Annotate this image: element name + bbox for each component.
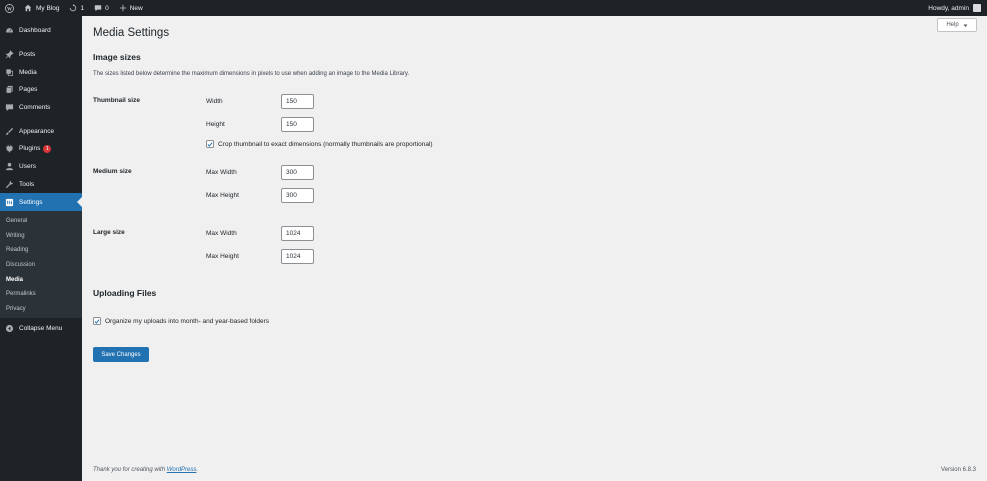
help-label: Help bbox=[946, 22, 959, 28]
sidebar-item-label: Users bbox=[19, 163, 36, 171]
checkmark-icon bbox=[94, 318, 100, 324]
sidebar-item-label: Dashboard bbox=[19, 27, 51, 35]
organize-uploads-label: Organize my uploads into month- and year… bbox=[105, 317, 270, 325]
organize-uploads-row: Organize my uploads into month- and year… bbox=[93, 317, 269, 325]
uploading-files-heading: Uploading Files bbox=[93, 288, 157, 298]
svg-text:W: W bbox=[7, 7, 12, 12]
updates-link[interactable]: 1 bbox=[64, 0, 89, 16]
wordpress-link[interactable]: WordPress bbox=[167, 467, 197, 473]
comments-icon bbox=[5, 103, 14, 112]
sidebar-item-pages[interactable]: Pages bbox=[0, 81, 82, 99]
home-icon bbox=[24, 4, 32, 12]
wordpress-logo-icon: W bbox=[5, 3, 14, 13]
sidebar-item-posts[interactable]: Posts bbox=[0, 46, 82, 64]
medium-width-label: Max Width bbox=[206, 169, 237, 176]
sidebar-item-comments[interactable]: Comments bbox=[0, 99, 82, 117]
sidebar-item-tools[interactable]: Tools bbox=[0, 176, 82, 194]
sidebar-item-label: Settings bbox=[19, 198, 43, 206]
admin-bar: W My Blog 1 0 New Howdy, admin bbox=[0, 0, 987, 16]
comments-link[interactable]: 0 bbox=[89, 0, 114, 16]
site-name: My Blog bbox=[36, 4, 60, 12]
comments-count: 0 bbox=[105, 4, 109, 12]
footer-version: Version 6.8.3 bbox=[940, 467, 976, 473]
thumbnail-width-label: Width bbox=[206, 98, 223, 105]
submenu-item-media[interactable]: Media bbox=[0, 272, 82, 287]
sidebar-item-label: Comments bbox=[19, 104, 51, 112]
dashboard-icon bbox=[5, 26, 14, 35]
thumbnail-height-label: Height bbox=[206, 121, 225, 128]
brush-icon bbox=[5, 127, 14, 136]
updates-icon bbox=[70, 4, 77, 12]
organize-uploads-checkbox[interactable] bbox=[93, 317, 101, 325]
large-height-label: Max Height bbox=[206, 253, 239, 260]
sidebar-item-label: Appearance bbox=[19, 127, 55, 135]
submenu-item-privacy[interactable]: Privacy bbox=[0, 301, 82, 316]
medium-height-input[interactable]: 300 bbox=[281, 188, 314, 203]
sidebar-item-label: Posts bbox=[19, 51, 36, 59]
collapse-menu-label: Collapse Menu bbox=[19, 325, 63, 333]
thumbnail-crop-checkbox[interactable] bbox=[206, 140, 214, 148]
avatar bbox=[973, 4, 981, 12]
submenu-item-writing[interactable]: Writing bbox=[0, 228, 82, 243]
large-width-input[interactable]: 1024 bbox=[281, 226, 314, 241]
thumbnail-crop-row: Crop thumbnail to exact dimensions (norm… bbox=[206, 140, 433, 148]
save-changes-button[interactable]: Save Changes bbox=[93, 347, 149, 362]
sidebar-item-label: Tools bbox=[19, 180, 35, 188]
large-height-input[interactable]: 1024 bbox=[281, 249, 314, 264]
sidebar-item-settings[interactable]: Settings bbox=[0, 193, 82, 211]
checkmark-icon bbox=[207, 141, 213, 147]
plugins-update-badge: 1 bbox=[43, 144, 52, 153]
sidebar-item-users[interactable]: Users bbox=[0, 158, 82, 176]
admin-sidebar: Dashboard Posts Media Pages Comments App… bbox=[0, 16, 82, 481]
medium-height-label: Max Height bbox=[206, 192, 239, 199]
caret-down-icon bbox=[963, 24, 968, 27]
updates-count: 1 bbox=[80, 4, 85, 12]
medium-size-label: Medium size bbox=[93, 168, 132, 175]
image-sizes-heading: Image sizes bbox=[93, 52, 141, 62]
plugin-icon bbox=[5, 144, 14, 154]
sidebar-item-label: Plugins bbox=[19, 145, 41, 153]
thumbnail-width-input[interactable]: 150 bbox=[281, 94, 314, 109]
sidebar-item-plugins[interactable]: Plugins 1 bbox=[0, 140, 82, 158]
pages-icon bbox=[5, 85, 14, 94]
large-size-label: Large size bbox=[93, 229, 125, 236]
wrench-icon bbox=[5, 180, 14, 189]
howdy-text: Howdy, admin bbox=[928, 4, 969, 12]
sidebar-item-media[interactable]: Media bbox=[0, 63, 82, 81]
thumbnail-crop-label: Crop thumbnail to exact dimensions (norm… bbox=[218, 140, 433, 148]
submenu-item-general[interactable]: General bbox=[0, 214, 82, 229]
media-icon bbox=[5, 68, 14, 77]
main-content: Help Media Settings Image sizes The size… bbox=[82, 16, 987, 481]
submenu-item-discussion[interactable]: Discussion bbox=[0, 258, 82, 273]
comment-bubble-icon bbox=[94, 5, 102, 12]
users-icon bbox=[5, 162, 14, 171]
sidebar-item-label: Media bbox=[19, 68, 37, 76]
collapse-menu-button[interactable]: Collapse Menu bbox=[0, 320, 82, 338]
thumbnail-height-input[interactable]: 150 bbox=[281, 117, 314, 132]
image-sizes-description: The sizes listed below determine the max… bbox=[93, 71, 410, 77]
new-label: New bbox=[129, 4, 143, 12]
sidebar-item-dashboard[interactable]: Dashboard bbox=[0, 22, 82, 40]
collapse-icon bbox=[5, 324, 14, 333]
footer-thanks: Thank you for creating with WordPress. bbox=[93, 467, 198, 473]
wordpress-logo-button[interactable]: W bbox=[0, 0, 19, 16]
settings-icon bbox=[5, 198, 14, 207]
footer-thanks-suffix: . bbox=[196, 467, 199, 473]
submenu-item-permalinks[interactable]: Permalinks bbox=[0, 287, 82, 302]
pin-icon bbox=[5, 50, 14, 59]
thumbnail-size-label: Thumbnail size bbox=[93, 97, 140, 104]
settings-submenu: General Writing Reading Discussion Media… bbox=[0, 210, 82, 319]
site-name-link[interactable]: My Blog bbox=[19, 0, 64, 16]
sidebar-item-appearance[interactable]: Appearance bbox=[0, 122, 82, 140]
medium-width-input[interactable]: 300 bbox=[281, 165, 314, 180]
large-width-label: Max Width bbox=[206, 230, 237, 237]
my-account-link[interactable]: Howdy, admin bbox=[923, 0, 983, 16]
page-title: Media Settings bbox=[93, 27, 170, 39]
new-content-link[interactable]: New bbox=[114, 0, 148, 16]
help-tab-button[interactable]: Help bbox=[937, 18, 977, 32]
plus-icon bbox=[119, 4, 126, 12]
footer-thanks-prefix: Thank you for creating with bbox=[93, 467, 167, 473]
sidebar-item-label: Pages bbox=[19, 86, 38, 94]
submenu-item-reading[interactable]: Reading bbox=[0, 243, 82, 258]
